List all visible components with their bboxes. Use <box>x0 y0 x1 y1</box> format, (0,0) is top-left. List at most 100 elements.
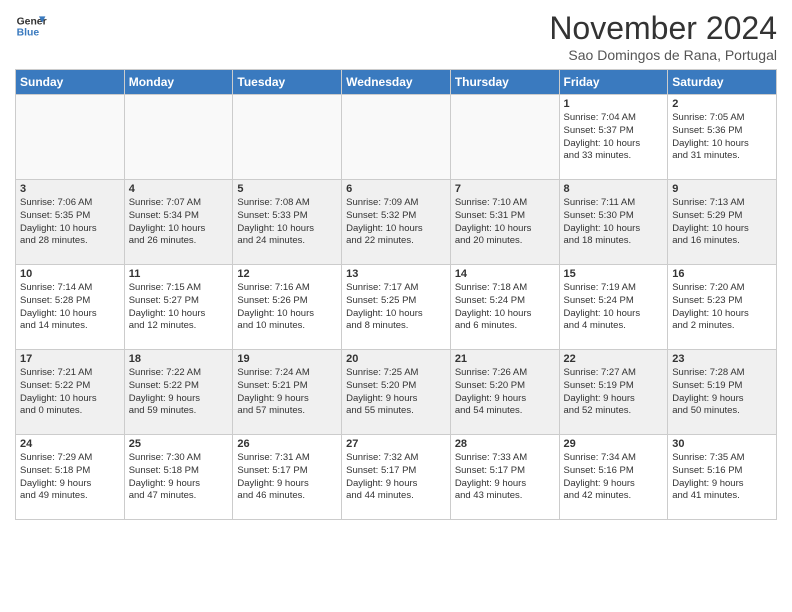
calendar-cell: 25 Sunrise: 7:30 AMSunset: 5:18 PMDayligh… <box>124 435 233 520</box>
day-number: 10 <box>20 268 120 280</box>
day-info: Sunrise: 7:16 AMSunset: 5:26 PMDaylight:… <box>237 282 337 333</box>
week-row-1: 1Sunrise: 7:04 AMSunset: 5:37 PMDaylight… <box>16 95 777 180</box>
calendar-cell: 30Sunrise: 7:35 AMSunset: 5:16 PMDayligh… <box>668 435 777 520</box>
day-number: 22 <box>564 353 664 365</box>
day-header-saturday: Saturday <box>668 70 777 95</box>
calendar-cell: 5 Sunrise: 7:08 AMSunset: 5:33 PMDaylight… <box>233 180 342 265</box>
calendar-cell: 20 Sunrise: 7:25 AMSunset: 5:20 PMDayligh… <box>342 350 451 435</box>
day-info: Sunrise: 7:06 AMSunset: 5:35 PMDaylight:… <box>20 197 120 248</box>
calendar-cell: 24 Sunrise: 7:29 AMSunset: 5:18 PMDayligh… <box>16 435 125 520</box>
calendar-cell: 6 Sunrise: 7:09 AMSunset: 5:32 PMDaylight… <box>342 180 451 265</box>
logo: General Blue <box>15 10 47 42</box>
day-info: Sunrise: 7:20 AMSunset: 5:23 PMDaylight:… <box>672 282 772 333</box>
day-number: 16 <box>672 268 772 280</box>
day-number: 6 <box>346 183 446 195</box>
day-number: 7 <box>455 183 555 195</box>
day-info: Sunrise: 7:28 AMSunset: 5:19 PMDaylight:… <box>672 367 772 418</box>
day-header-thursday: Thursday <box>450 70 559 95</box>
calendar-cell: 22Sunrise: 7:27 AMSunset: 5:19 PMDayligh… <box>559 350 668 435</box>
calendar-cell: 16 Sunrise: 7:20 AMSunset: 5:23 PMDayligh… <box>668 265 777 350</box>
day-info: Sunrise: 7:09 AMSunset: 5:32 PMDaylight:… <box>346 197 446 248</box>
svg-text:Blue: Blue <box>17 28 40 39</box>
day-info: Sunrise: 7:34 AMSunset: 5:16 PMDaylight:… <box>564 452 664 503</box>
calendar-cell: 8Sunrise: 7:11 AMSunset: 5:30 PMDaylight… <box>559 180 668 265</box>
day-info: Sunrise: 7:18 AMSunset: 5:24 PMDaylight:… <box>455 282 555 333</box>
calendar-cell: 26 Sunrise: 7:31 AMSunset: 5:17 PMDayligh… <box>233 435 342 520</box>
calendar-table: SundayMondayTuesdayWednesdayThursdayFrid… <box>15 69 777 520</box>
calendar-cell: 4 Sunrise: 7:07 AMSunset: 5:34 PMDaylight… <box>124 180 233 265</box>
calendar-cell: 10 Sunrise: 7:14 AMSunset: 5:28 PMDayligh… <box>16 265 125 350</box>
calendar-cell <box>342 95 451 180</box>
page-header: General Blue November 2024 Sao Domingos … <box>15 10 777 63</box>
day-number: 24 <box>20 438 120 450</box>
day-info: Sunrise: 7:07 AMSunset: 5:34 PMDaylight:… <box>129 197 229 248</box>
day-number: 26 <box>237 438 337 450</box>
calendar-cell <box>233 95 342 180</box>
day-info: Sunrise: 7:10 AMSunset: 5:31 PMDaylight:… <box>455 197 555 248</box>
day-info: Sunrise: 7:22 AMSunset: 5:22 PMDaylight:… <box>129 367 229 418</box>
calendar-cell: 28 Sunrise: 7:33 AMSunset: 5:17 PMDayligh… <box>450 435 559 520</box>
day-header-wednesday: Wednesday <box>342 70 451 95</box>
day-info: Sunrise: 7:15 AMSunset: 5:27 PMDaylight:… <box>129 282 229 333</box>
day-info: Sunrise: 7:26 AMSunset: 5:20 PMDaylight:… <box>455 367 555 418</box>
day-info: Sunrise: 7:29 AMSunset: 5:18 PMDaylight:… <box>20 452 120 503</box>
day-number: 27 <box>346 438 446 450</box>
day-number: 5 <box>237 183 337 195</box>
day-info: Sunrise: 7:33 AMSunset: 5:17 PMDaylight:… <box>455 452 555 503</box>
day-info: Sunrise: 7:17 AMSunset: 5:25 PMDaylight:… <box>346 282 446 333</box>
day-info: Sunrise: 7:05 AMSunset: 5:36 PMDaylight:… <box>672 112 772 163</box>
day-header-sunday: Sunday <box>16 70 125 95</box>
day-info: Sunrise: 7:32 AMSunset: 5:17 PMDaylight:… <box>346 452 446 503</box>
day-number: 15 <box>564 268 664 280</box>
day-info: Sunrise: 7:31 AMSunset: 5:17 PMDaylight:… <box>237 452 337 503</box>
calendar-cell: 7 Sunrise: 7:10 AMSunset: 5:31 PMDaylight… <box>450 180 559 265</box>
calendar-cell: 9 Sunrise: 7:13 AMSunset: 5:29 PMDaylight… <box>668 180 777 265</box>
week-row-5: 24 Sunrise: 7:29 AMSunset: 5:18 PMDayligh… <box>16 435 777 520</box>
calendar-cell: 14 Sunrise: 7:18 AMSunset: 5:24 PMDayligh… <box>450 265 559 350</box>
calendar-cell <box>124 95 233 180</box>
day-number: 2 <box>672 98 772 110</box>
calendar-cell: 23 Sunrise: 7:28 AMSunset: 5:19 PMDayligh… <box>668 350 777 435</box>
logo-icon: General Blue <box>15 10 47 42</box>
day-number: 3 <box>20 183 120 195</box>
day-number: 18 <box>129 353 229 365</box>
day-number: 30 <box>672 438 772 450</box>
day-number: 4 <box>129 183 229 195</box>
day-number: 19 <box>237 353 337 365</box>
day-number: 25 <box>129 438 229 450</box>
calendar-cell <box>450 95 559 180</box>
day-info: Sunrise: 7:30 AMSunset: 5:18 PMDaylight:… <box>129 452 229 503</box>
day-number: 28 <box>455 438 555 450</box>
day-number: 20 <box>346 353 446 365</box>
week-row-2: 3 Sunrise: 7:06 AMSunset: 5:35 PMDaylight… <box>16 180 777 265</box>
calendar-cell: 15 Sunrise: 7:19 AMSunset: 5:24 PMDayligh… <box>559 265 668 350</box>
day-number: 13 <box>346 268 446 280</box>
calendar-cell: 19 Sunrise: 7:24 AMSunset: 5:21 PMDayligh… <box>233 350 342 435</box>
month-title: November 2024 <box>549 10 777 47</box>
week-row-4: 17 Sunrise: 7:21 AMSunset: 5:22 PMDayligh… <box>16 350 777 435</box>
day-number: 14 <box>455 268 555 280</box>
day-info: Sunrise: 7:19 AMSunset: 5:24 PMDaylight:… <box>564 282 664 333</box>
calendar-cell: 17 Sunrise: 7:21 AMSunset: 5:22 PMDayligh… <box>16 350 125 435</box>
calendar-cell: 13 Sunrise: 7:17 AMSunset: 5:25 PMDayligh… <box>342 265 451 350</box>
day-info: Sunrise: 7:25 AMSunset: 5:20 PMDaylight:… <box>346 367 446 418</box>
day-number: 17 <box>20 353 120 365</box>
calendar-cell: 11 Sunrise: 7:15 AMSunset: 5:27 PMDayligh… <box>124 265 233 350</box>
day-number: 9 <box>672 183 772 195</box>
calendar-cell: 12Sunrise: 7:16 AMSunset: 5:26 PMDayligh… <box>233 265 342 350</box>
location-title: Sao Domingos de Rana, Portugal <box>549 47 777 63</box>
day-info: Sunrise: 7:13 AMSunset: 5:29 PMDaylight:… <box>672 197 772 248</box>
calendar-cell: 27 Sunrise: 7:32 AMSunset: 5:17 PMDayligh… <box>342 435 451 520</box>
day-header-monday: Monday <box>124 70 233 95</box>
calendar-cell: 1Sunrise: 7:04 AMSunset: 5:37 PMDaylight… <box>559 95 668 180</box>
day-info: Sunrise: 7:24 AMSunset: 5:21 PMDaylight:… <box>237 367 337 418</box>
day-info: Sunrise: 7:21 AMSunset: 5:22 PMDaylight:… <box>20 367 120 418</box>
title-section: November 2024 Sao Domingos de Rana, Port… <box>549 10 777 63</box>
day-info: Sunrise: 7:14 AMSunset: 5:28 PMDaylight:… <box>20 282 120 333</box>
day-number: 11 <box>129 268 229 280</box>
day-number: 1 <box>564 98 664 110</box>
day-info: Sunrise: 7:08 AMSunset: 5:33 PMDaylight:… <box>237 197 337 248</box>
day-number: 23 <box>672 353 772 365</box>
day-number: 8 <box>564 183 664 195</box>
calendar-cell <box>16 95 125 180</box>
